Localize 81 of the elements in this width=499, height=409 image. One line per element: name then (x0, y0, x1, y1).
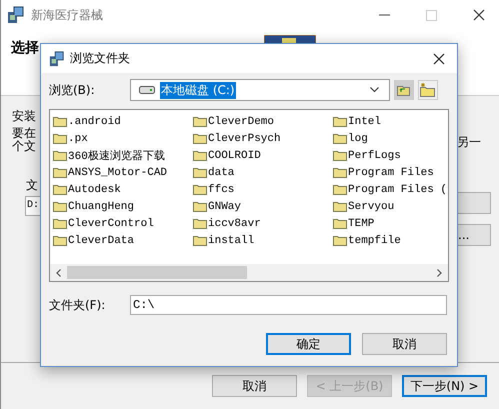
folder-item[interactable]: TEMP (333, 215, 448, 232)
folder-item[interactable]: .px (53, 130, 193, 147)
footer-button[interactable]: 取消 (212, 375, 297, 397)
installer-icon (7, 6, 25, 24)
dialog-button[interactable]: 确定 (266, 333, 351, 355)
side-button[interactable] (457, 192, 491, 214)
new-folder-button[interactable] (418, 80, 438, 100)
folder-icon (193, 201, 207, 212)
field-label: 文 (26, 177, 38, 194)
close-icon[interactable] (473, 9, 485, 21)
drive-icon (139, 86, 155, 94)
folder-icon (53, 116, 67, 127)
body-text: 安装 (12, 108, 36, 125)
folder-item[interactable]: Servyou (333, 198, 448, 215)
folder-item[interactable]: Program Files (333, 164, 448, 181)
folder-icon (333, 184, 347, 195)
folder-icon (193, 184, 207, 195)
folder-icon (333, 133, 347, 144)
folder-icon (193, 150, 207, 161)
folder-item[interactable]: data (193, 164, 333, 181)
folder-item[interactable]: CleverControl (53, 215, 193, 232)
horizontal-scrollbar[interactable] (50, 264, 448, 281)
folder-item[interactable]: iccv8avr (193, 215, 333, 232)
folder-item[interactable]: 360极速浏览器下载 (53, 147, 193, 164)
folder-icon (333, 150, 347, 161)
folder-item[interactable]: Autodesk (53, 181, 193, 198)
folder-item[interactable]: .android (53, 113, 193, 130)
browse-button[interactable]: ... (457, 224, 491, 246)
folder-icon (193, 167, 207, 178)
folder-item[interactable]: COOLROID (193, 147, 333, 164)
folder-icon (53, 235, 67, 246)
folder-icon (333, 201, 347, 212)
new-folder-icon (420, 83, 436, 97)
folder-icon (53, 218, 67, 229)
scroll-right-icon[interactable] (437, 268, 442, 276)
up-folder-button[interactable] (394, 80, 414, 100)
folder-item[interactable]: tempfile (333, 232, 448, 249)
folder-item[interactable]: CleverDemo (193, 113, 333, 130)
up-folder-icon (397, 84, 411, 96)
folder-icon (193, 218, 207, 229)
body-text: 个文 (12, 140, 36, 152)
folder-icon (193, 116, 207, 127)
window-title: 新海医疗器械 (31, 6, 103, 24)
folder-item[interactable]: ANSYS_Motor-CAD (53, 164, 193, 181)
folder-item[interactable]: GNWay (193, 198, 333, 215)
folder-icon (193, 133, 207, 144)
folder-icon (53, 150, 67, 161)
folder-item[interactable]: PerfLogs (333, 147, 448, 164)
browse-label: 浏览(B): (49, 82, 96, 98)
body-text: 另一 (457, 134, 481, 151)
location-value: 本地磁盘 (C:) (160, 82, 236, 98)
folder-label: 文件夹(F): (49, 296, 106, 314)
folder-icon (53, 201, 67, 212)
dialog-title: 浏览文件夹 (70, 50, 130, 67)
folder-item[interactable]: log (333, 130, 448, 147)
scroll-left-icon[interactable] (56, 268, 61, 276)
folder-icon (53, 184, 67, 195)
folder-field[interactable]: C:\ (130, 295, 447, 315)
folder-icon (333, 235, 347, 246)
folder-icon (53, 167, 67, 178)
dialog-button[interactable]: 取消 (362, 333, 447, 355)
location-dropdown[interactable]: 本地磁盘 (C:) (130, 79, 390, 101)
folder-item[interactable]: CleverData (53, 232, 193, 249)
folder-item[interactable]: ffcs (193, 181, 333, 198)
body-text: 要在 (12, 127, 36, 139)
folder-icon (193, 235, 207, 246)
minimize-icon[interactable] (379, 14, 390, 16)
close-icon[interactable] (433, 52, 445, 64)
folder-item[interactable]: CleverPsych (193, 130, 333, 147)
folder-item[interactable]: install (193, 232, 333, 249)
folder-icon (333, 116, 347, 127)
footer-button[interactable]: 下一步(N) > (402, 375, 487, 397)
chevron-down-icon (370, 87, 379, 93)
folder-icon (333, 218, 347, 229)
folder-icon (333, 167, 347, 178)
folder-icon (53, 133, 67, 144)
folder-item[interactable]: Intel (333, 113, 448, 130)
dialog-icon (49, 50, 65, 66)
folder-item[interactable]: Program Files ( (333, 181, 448, 198)
folder-item[interactable]: ChuangHeng (53, 198, 193, 215)
page-heading: 选择 (11, 39, 39, 57)
